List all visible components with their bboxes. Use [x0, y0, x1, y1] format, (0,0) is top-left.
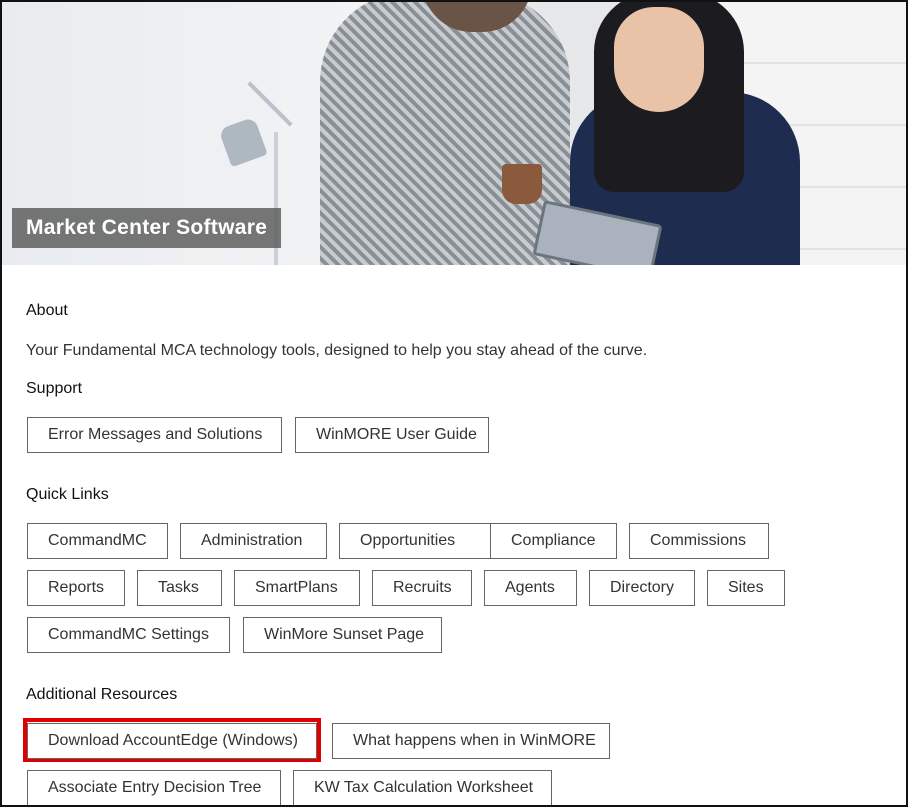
- quick-links-heading: Quick Links: [26, 486, 109, 503]
- about-text: Your Fundamental MCA technology tools, d…: [26, 342, 648, 359]
- tasks-button[interactable]: Tasks: [137, 570, 222, 606]
- associate-entry-decision-tree-button[interactable]: Associate Entry Decision Tree: [27, 770, 281, 805]
- lamp-arm-image: [247, 81, 293, 127]
- lamp-head-image: [218, 116, 268, 168]
- recruits-button[interactable]: Recruits: [372, 570, 472, 606]
- support-heading: Support: [26, 380, 83, 397]
- kw-tax-calculation-worksheet-button[interactable]: KW Tax Calculation Worksheet: [293, 770, 552, 805]
- commandmc-button[interactable]: CommandMC: [27, 523, 168, 559]
- directory-button[interactable]: Directory: [589, 570, 695, 606]
- page-title: Market Center Software: [12, 208, 282, 248]
- commandmc-settings-button[interactable]: CommandMC Settings: [27, 617, 230, 653]
- reports-button[interactable]: Reports: [27, 570, 125, 606]
- woman-face-image: [614, 7, 704, 112]
- compliance-button[interactable]: Compliance: [490, 523, 617, 559]
- hero-banner: Market Center Software: [2, 2, 906, 265]
- commissions-button[interactable]: Commissions: [629, 523, 769, 559]
- cup-image: [502, 164, 542, 204]
- man-image: [320, 2, 570, 265]
- page-frame: Market Center Software About Your Fundam…: [0, 0, 908, 807]
- winmore-sunset-page-button[interactable]: WinMore Sunset Page: [243, 617, 442, 653]
- smartplans-button[interactable]: SmartPlans: [234, 570, 360, 606]
- winmore-user-guide-button[interactable]: WinMORE User Guide: [295, 417, 489, 453]
- opportunities-button[interactable]: Opportunities: [339, 523, 502, 559]
- agents-button[interactable]: Agents: [484, 570, 577, 606]
- what-happens-winmore-button[interactable]: What happens when in WinMORE: [332, 723, 610, 759]
- about-heading: About: [26, 302, 68, 319]
- administration-button[interactable]: Administration: [180, 523, 327, 559]
- additional-resources-heading: Additional Resources: [26, 686, 178, 703]
- sites-button[interactable]: Sites: [707, 570, 785, 606]
- download-accountedge-button[interactable]: Download AccountEdge (Windows): [27, 723, 317, 759]
- error-messages-button[interactable]: Error Messages and Solutions: [27, 417, 282, 453]
